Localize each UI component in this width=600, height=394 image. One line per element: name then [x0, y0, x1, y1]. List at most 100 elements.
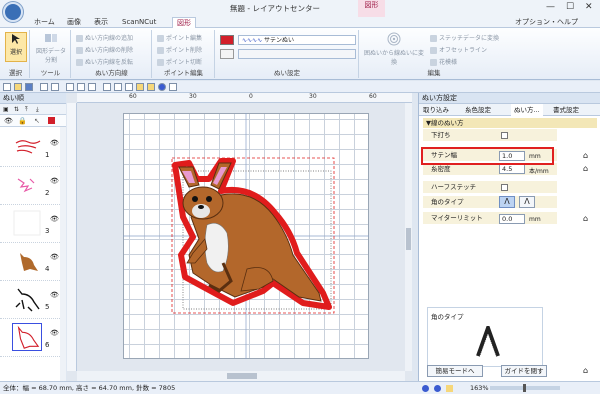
close-button[interactable]: ✕	[585, 2, 593, 12]
simple-mode-button[interactable]: 簡易モードへ	[427, 365, 483, 377]
line-sew-section-header[interactable]: ▼線のぬい方	[423, 118, 597, 128]
group-tools-label: ツール	[40, 69, 61, 77]
canvas-vertical-scrollbar[interactable]	[405, 103, 412, 371]
list-item[interactable]: 👁 3	[0, 205, 60, 243]
delete-line-icon	[76, 47, 83, 54]
tab-thread-color[interactable]: 糸色設定	[465, 104, 491, 116]
redo-icon[interactable]	[51, 83, 59, 91]
half-stitch-checkbox[interactable]	[501, 184, 508, 191]
offset-line-button[interactable]: オフセットライン	[430, 45, 487, 54]
visibility-icon[interactable]: 👁	[50, 215, 59, 223]
sort-icon[interactable]: ⇅	[14, 106, 19, 113]
scroll-thumb[interactable]	[227, 373, 257, 379]
move-bottom-icon[interactable]: ⤓	[36, 106, 39, 114]
kangaroo-design[interactable]	[123, 113, 369, 359]
maximize-button[interactable]: ☐	[566, 2, 574, 12]
realistic-view-icon[interactable]	[147, 83, 155, 91]
tab-format[interactable]: 書式設定	[553, 104, 579, 116]
tab-home[interactable]: ホーム	[30, 17, 59, 28]
fill-sew-type-dropdown[interactable]	[238, 49, 356, 59]
convert-fill-to-line-button[interactable]: 囲ぬいから線ぬいに変換	[363, 32, 425, 66]
eye-icon[interactable]: 👁	[4, 117, 13, 125]
add-direction-line-button[interactable]: ぬい方向線の追加	[76, 33, 133, 42]
move-top-icon[interactable]: ⤒	[25, 106, 28, 114]
convert-stitch-button[interactable]: ステッチデータに変換	[430, 33, 499, 42]
close-guide-button[interactable]: ガイドを閉す	[501, 365, 547, 377]
copy-icon[interactable]	[77, 83, 85, 91]
color-icon[interactable]	[48, 117, 55, 124]
highlight-icon[interactable]	[136, 83, 144, 91]
open-file-icon[interactable]	[14, 83, 22, 91]
thumbnail-size-icon[interactable]: ▣	[3, 106, 9, 113]
options-help-menu[interactable]: オプション・ヘルプ	[515, 17, 578, 28]
cut-icon[interactable]	[66, 83, 74, 91]
more-icon[interactable]	[169, 83, 177, 91]
visibility-icon[interactable]: 👁	[50, 177, 59, 185]
zoom-icon[interactable]	[114, 83, 122, 91]
underlay-checkbox[interactable]	[501, 132, 508, 139]
corner-sharp-button[interactable]: Λ	[499, 196, 515, 208]
tab-view[interactable]: 表示	[90, 17, 112, 28]
delete-point-button[interactable]: ポイント削除	[157, 45, 202, 54]
visibility-icon[interactable]: 👁	[50, 329, 59, 337]
view-mode-icon[interactable]	[446, 385, 453, 392]
miter-limit-field[interactable]: 0.0	[499, 214, 525, 224]
list-item[interactable]: 👁 5	[0, 281, 60, 319]
tab-import[interactable]: 取り込み	[423, 104, 449, 116]
scroll-thumb[interactable]	[406, 228, 411, 250]
select-button[interactable]: 選択	[5, 32, 27, 62]
tab-image[interactable]: 画像	[63, 17, 85, 28]
list-item[interactable]: 👁 2	[0, 167, 60, 205]
cut-point-button[interactable]: ポイント切断	[157, 57, 202, 66]
app-logo-button[interactable]	[3, 2, 23, 22]
edit-point-button[interactable]: ポイント編集	[157, 33, 202, 42]
design-canvas[interactable]: 60 30 0 30 60	[67, 93, 412, 381]
tab-sew-method[interactable]: ぬい方...	[511, 104, 543, 116]
sewing-order-title: ぬい順	[0, 93, 66, 104]
zoom-slider-knob[interactable]	[523, 384, 526, 392]
pointer-icon[interactable]: ↖	[34, 117, 40, 125]
list-item[interactable]: 👁 6	[0, 319, 60, 357]
lock-icon[interactable]: 🔒	[18, 117, 27, 125]
sewing-order-scrollbar[interactable]	[60, 127, 66, 381]
save-file-icon[interactable]	[25, 83, 33, 91]
cursor-icon	[12, 34, 20, 44]
minimize-button[interactable]: —	[546, 2, 555, 12]
reset-icon[interactable]: ⌂	[583, 151, 588, 160]
home-icon[interactable]: ⌂	[583, 366, 588, 375]
ruler-label: 30	[189, 93, 197, 100]
reset-icon[interactable]: ⌂	[583, 214, 588, 223]
line-color-swatch[interactable]	[220, 35, 234, 45]
split-shape-button[interactable]: 図形データ分割	[34, 32, 68, 64]
list-item[interactable]: 👁 1	[0, 129, 60, 167]
tab-shape[interactable]: 図形	[172, 17, 196, 28]
ruler-label: 60	[129, 93, 137, 100]
circle-view-icon[interactable]	[158, 83, 166, 91]
hoop-icon[interactable]	[125, 83, 133, 91]
tab-scanncut[interactable]: ScanNCut	[118, 17, 160, 28]
paste-icon[interactable]	[88, 83, 96, 91]
flower-pattern-button[interactable]: 花模様	[430, 57, 457, 66]
view-mode-icon[interactable]	[422, 385, 429, 392]
visibility-icon[interactable]: 👁	[50, 139, 59, 147]
convert-fill-to-line-label: 囲ぬいから線ぬいに変換	[363, 50, 424, 66]
corner-round-button[interactable]: Λ	[519, 196, 535, 208]
view-mode-icon[interactable]	[434, 385, 441, 392]
reverse-direction-line-label: ぬい方向線を反転	[85, 59, 134, 66]
reset-icon[interactable]: ⌂	[583, 164, 588, 173]
line-sew-type-dropdown[interactable]: ∿∿∿∿ サテンぬい	[238, 35, 356, 45]
sequence-number: 4	[45, 265, 50, 273]
vertical-ruler	[67, 103, 77, 371]
canvas-horizontal-scrollbar[interactable]	[77, 371, 405, 381]
grid-icon[interactable]	[103, 83, 111, 91]
delete-direction-line-button[interactable]: ぬい方向線の削除	[76, 45, 133, 54]
fill-color-swatch[interactable]	[220, 49, 234, 59]
density-field[interactable]: 4.5	[499, 164, 525, 174]
reverse-direction-line-button[interactable]: ぬい方向線を反転	[76, 57, 133, 66]
visibility-icon[interactable]: 👁	[50, 291, 59, 299]
new-file-icon[interactable]	[3, 83, 11, 91]
visibility-icon[interactable]: 👁	[50, 253, 59, 261]
offset-line-icon	[430, 47, 437, 54]
undo-icon[interactable]	[40, 83, 48, 91]
list-item[interactable]: 👁 4	[0, 243, 60, 281]
